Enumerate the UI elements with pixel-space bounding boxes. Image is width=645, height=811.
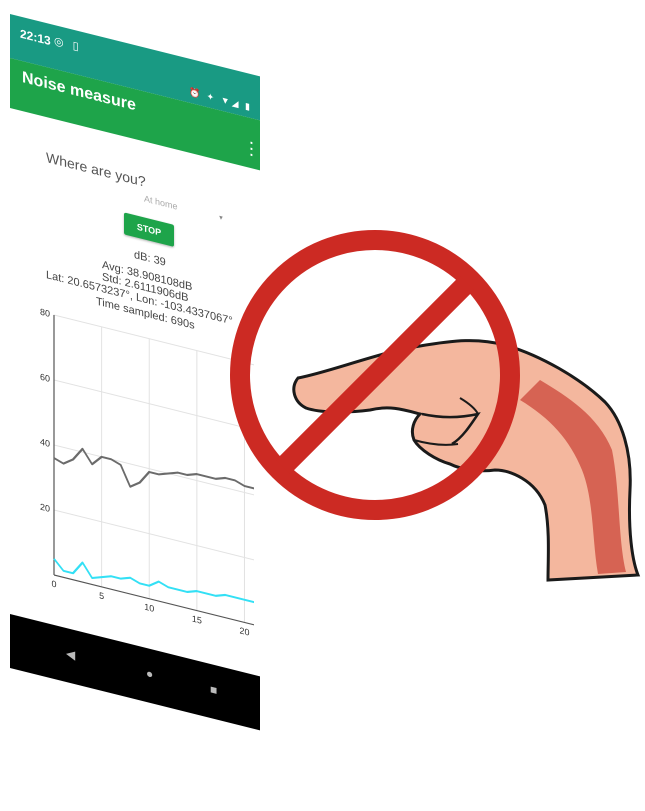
- prohibition-overlay: [230, 230, 641, 582]
- pointing-hand-icon: [292, 339, 641, 582]
